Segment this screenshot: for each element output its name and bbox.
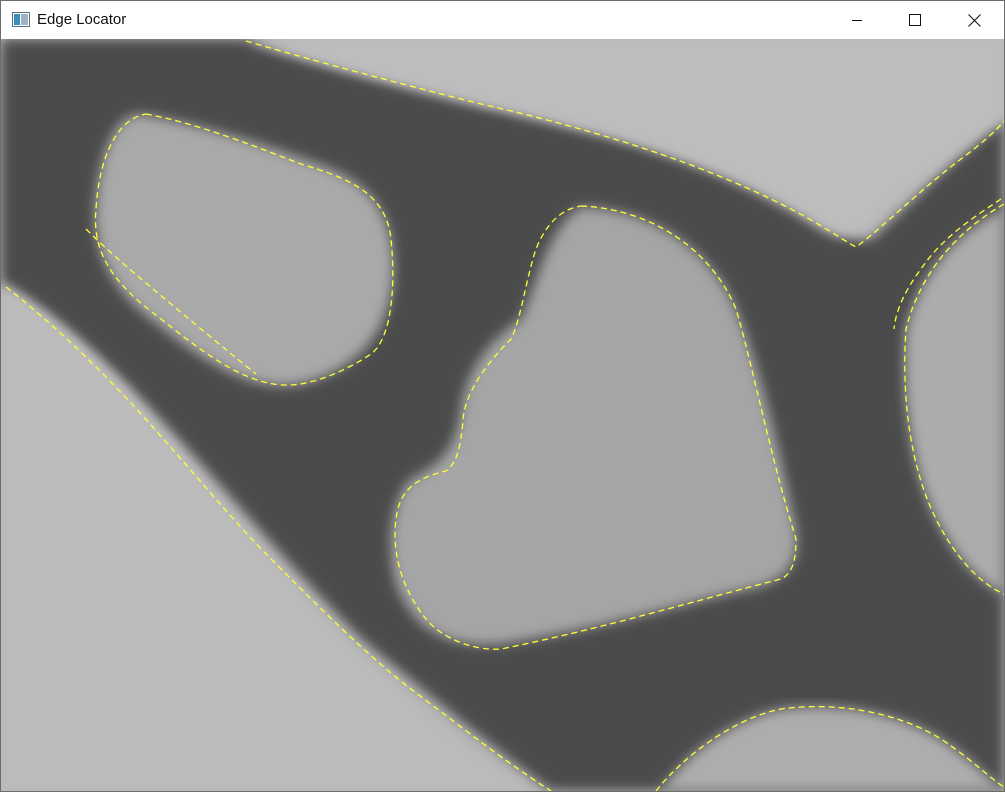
maximize-icon [909, 14, 921, 26]
minimize-button[interactable] [828, 1, 886, 39]
maximize-button[interactable] [886, 1, 944, 39]
app-icon [12, 12, 30, 27]
minimize-icon [852, 20, 862, 21]
title-bar[interactable]: Edge Locator [1, 1, 1004, 39]
window-title: Edge Locator [37, 11, 127, 28]
edge-image [1, 39, 1004, 791]
close-button[interactable] [945, 1, 1003, 39]
app-window: Edge Locator [0, 0, 1005, 792]
close-icon [967, 13, 981, 27]
image-canvas[interactable] [1, 39, 1004, 791]
